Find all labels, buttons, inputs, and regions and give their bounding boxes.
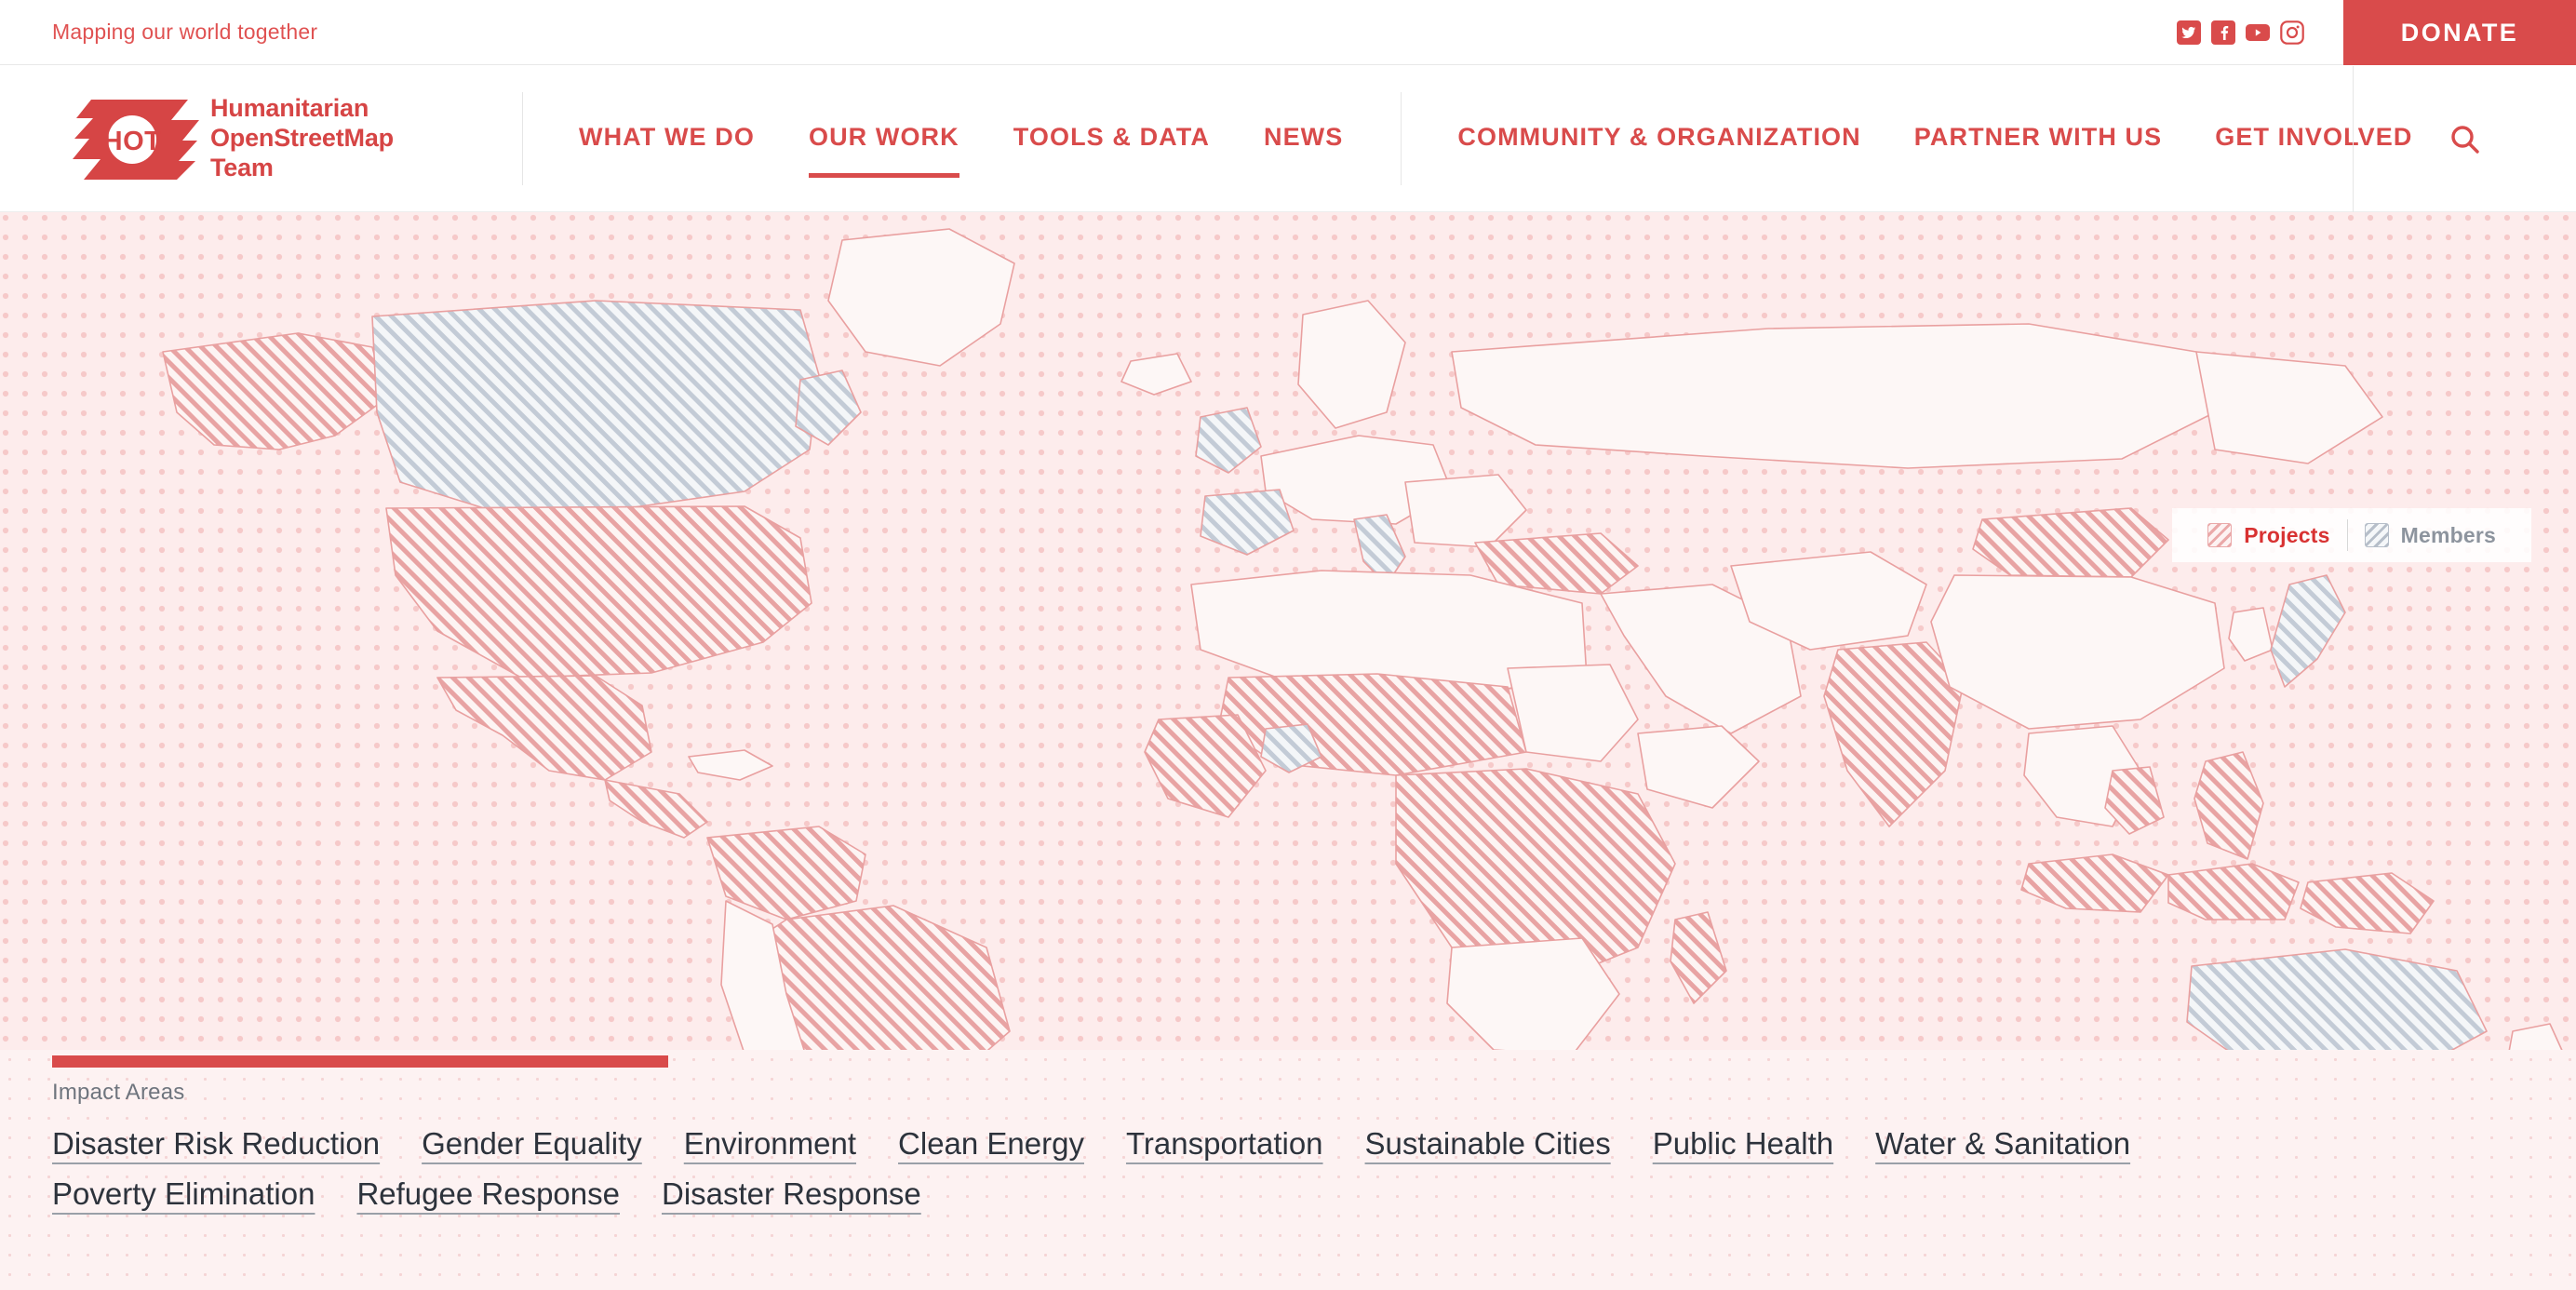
impact-link-refugee-response[interactable]: Refugee Response bbox=[356, 1176, 620, 1212]
nav-item-news[interactable]: NEWS bbox=[1264, 123, 1343, 155]
legend-toggle-members[interactable]: Members bbox=[2348, 523, 2513, 548]
topbar-right-cluster: DONATE bbox=[2177, 0, 2576, 65]
logo-line-1: Humanitarian bbox=[210, 94, 369, 123]
impact-areas-links: Disaster Risk Reduction Gender Equality … bbox=[52, 1126, 2576, 1212]
site-tagline: Mapping our world together bbox=[52, 20, 318, 44]
impact-link-disaster-risk-reduction[interactable]: Disaster Risk Reduction bbox=[52, 1126, 380, 1162]
legend-label-projects: Projects bbox=[2244, 522, 2330, 547]
svg-text:HOT: HOT bbox=[103, 127, 162, 156]
top-utility-bar: Mapping our world together DONATE bbox=[0, 0, 2576, 65]
nav-divider-left bbox=[522, 92, 523, 185]
impact-link-environment[interactable]: Environment bbox=[684, 1126, 856, 1162]
nav-item-our-work[interactable]: OUR WORK bbox=[808, 123, 959, 178]
hot-logo-mark: HOT bbox=[73, 100, 199, 180]
primary-nav-group: WHAT WE DO OUR WORK TOOLS & DATA NEWS bbox=[579, 66, 1343, 211]
impact-link-water-and-sanitation[interactable]: Water & Sanitation bbox=[1875, 1126, 2130, 1162]
impact-areas-heading: Impact Areas bbox=[52, 1080, 185, 1105]
donate-button[interactable]: DONATE bbox=[2343, 0, 2576, 65]
nav-divider-right bbox=[1401, 92, 1402, 185]
logo-line-3: Team bbox=[210, 153, 274, 181]
nav-item-partner-with-us[interactable]: PARTNER WITH US bbox=[1914, 123, 2163, 155]
youtube-icon[interactable] bbox=[2246, 20, 2270, 45]
site-logo[interactable]: HOT Humanitarian OpenStreetMap Team bbox=[52, 94, 522, 183]
facebook-icon[interactable] bbox=[2211, 20, 2235, 45]
instagram-icon[interactable] bbox=[2280, 20, 2304, 45]
impact-link-gender-equality[interactable]: Gender Equality bbox=[422, 1126, 642, 1162]
social-links bbox=[2177, 20, 2304, 45]
page-title: OUR WORK bbox=[52, 1055, 668, 1068]
main-navigation-bar: HOT Humanitarian OpenStreetMap Team WHAT… bbox=[0, 66, 2576, 212]
search-button[interactable] bbox=[2353, 66, 2576, 212]
nav-item-tools-and-data[interactable]: TOOLS & DATA bbox=[1013, 123, 1210, 155]
world-map-graphic bbox=[0, 212, 2576, 1068]
impact-link-transportation[interactable]: Transportation bbox=[1126, 1126, 1323, 1162]
impact-link-sustainable-cities[interactable]: Sustainable Cities bbox=[1365, 1126, 1611, 1162]
members-swatch-icon bbox=[2364, 523, 2389, 547]
logo-wordmark: Humanitarian OpenStreetMap Team bbox=[210, 94, 394, 183]
impact-link-poverty-elimination[interactable]: Poverty Elimination bbox=[52, 1176, 315, 1212]
impact-link-clean-energy[interactable]: Clean Energy bbox=[898, 1126, 1084, 1162]
logo-line-2: OpenStreetMap bbox=[210, 124, 394, 153]
nav-item-community-and-organization[interactable]: COMMUNITY & ORGANIZATION bbox=[1457, 123, 1860, 155]
map-legend: Projects Members bbox=[2172, 508, 2531, 562]
impact-link-disaster-response[interactable]: Disaster Response bbox=[662, 1176, 921, 1212]
impact-areas-section: Impact Areas Disaster Risk Reduction Gen… bbox=[0, 1050, 2576, 1290]
legend-toggle-projects[interactable]: Projects bbox=[2191, 523, 2346, 548]
secondary-nav-group: COMMUNITY & ORGANIZATION PARTNER WITH US… bbox=[1457, 66, 2412, 211]
twitter-icon[interactable] bbox=[2177, 20, 2201, 45]
hero-world-map[interactable]: Projects Members OUR WORK See where we w… bbox=[0, 212, 2576, 1068]
impact-row-1: Disaster Risk Reduction Gender Equality … bbox=[52, 1126, 2576, 1162]
search-icon bbox=[2450, 125, 2479, 154]
impact-row-2: Poverty Elimination Refugee Response Dis… bbox=[52, 1176, 2576, 1212]
impact-link-public-health[interactable]: Public Health bbox=[1653, 1126, 1833, 1162]
legend-label-members: Members bbox=[2400, 522, 2496, 547]
projects-swatch-icon bbox=[2207, 523, 2233, 547]
nav-item-what-we-do[interactable]: WHAT WE DO bbox=[579, 123, 755, 155]
